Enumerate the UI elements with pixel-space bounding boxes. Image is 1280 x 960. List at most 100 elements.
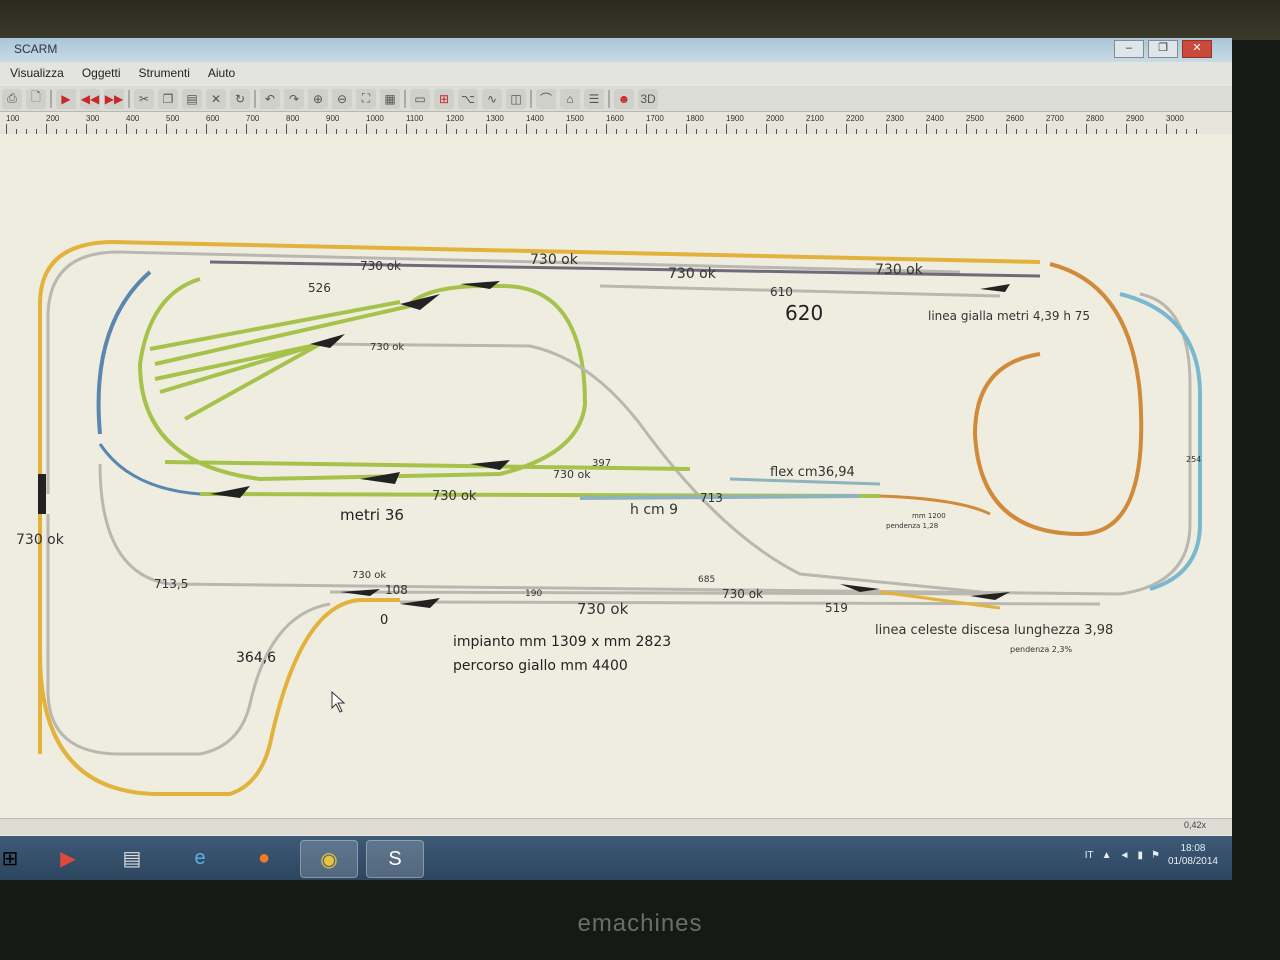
label-685: 685: [698, 575, 715, 585]
ruler-label: 1700: [646, 114, 664, 123]
yard-sidings: [149, 300, 411, 421]
menu-strumenti[interactable]: Strumenti: [139, 62, 190, 84]
mouse-cursor-icon: [331, 690, 346, 713]
ruler-tick: [606, 124, 607, 134]
label-730-h: 730 ok: [722, 587, 763, 601]
label-730-d: 730 ok: [370, 342, 404, 353]
paste-icon[interactable]: ▤: [182, 88, 202, 109]
ruler-label: 900: [326, 114, 340, 123]
toolbar: ⎙ 🗋 ▶ ◀◀ ▶▶ ✂ ❐ ▤ ✕ ↻ ↶ ↷ ⊕ ⊖ ⛶ ▦ ▭ ⊞ ⌥ …: [0, 86, 1232, 112]
print-icon[interactable]: ⎙: [2, 88, 22, 109]
ruler-label: 2500: [966, 114, 984, 123]
ruler-label: 2600: [1006, 114, 1024, 123]
label-713-5: 713,5: [154, 577, 188, 591]
rotate-icon[interactable]: ↻: [230, 88, 250, 109]
ruler-tick: [46, 124, 47, 134]
start-button[interactable]: ⊞: [0, 840, 20, 876]
toolbar-separator: [50, 89, 52, 108]
undo-icon[interactable]: ↶: [260, 88, 280, 109]
building-icon[interactable]: ⌂: [560, 88, 580, 109]
system-tray: IT ▲ ◄ ▮ ⚑ 18:08 01/08/2014: [1085, 842, 1218, 868]
switch-tool-icon[interactable]: ⌥: [458, 88, 478, 109]
ruler-tick: [966, 124, 967, 134]
label-526: 526: [308, 281, 331, 295]
window-title: SCARM: [14, 42, 58, 56]
zoom-out-icon[interactable]: ⊖: [332, 88, 352, 109]
delete-icon[interactable]: ✕: [206, 88, 226, 109]
label-254: 254: [1186, 455, 1201, 464]
orange-track-loop: [972, 262, 1144, 537]
label-h-cm9: h cm 9: [630, 502, 678, 518]
label-610: 610: [770, 285, 793, 299]
minimize-button[interactable]: –: [1114, 40, 1144, 58]
zoom-fit-icon[interactable]: ⛶: [356, 88, 376, 109]
label-713: 713: [700, 491, 723, 505]
documents-icon[interactable]: ▤: [104, 840, 160, 876]
ruler-label: 2000: [766, 114, 784, 123]
scarm-taskbar-icon[interactable]: S: [366, 840, 424, 878]
menu-aiuto[interactable]: Aiuto: [208, 62, 235, 84]
layer-icon[interactable]: ▭: [410, 88, 430, 109]
tunnel-icon[interactable]: ⌒: [536, 88, 556, 109]
track-layout-canvas[interactable]: 730 ok 730 ok 730 ok 730 ok 526 610 620 …: [0, 134, 1232, 850]
zoom-in-icon[interactable]: ⊕: [308, 88, 328, 109]
blue-track-connector: [98, 443, 201, 496]
3d-view-icon[interactable]: 3D: [638, 88, 658, 109]
grid-icon[interactable]: ▦: [380, 88, 400, 109]
ruler-label: 1600: [606, 114, 624, 123]
grey-lower-main-2: [399, 600, 1101, 606]
cut-icon[interactable]: ✂: [134, 88, 154, 109]
internet-explorer-icon[interactable]: e: [172, 840, 228, 876]
windows-taskbar: ⊞ ▶ ▤ e ● ◉ S IT ▲ ◄ ▮ ⚑ 18:08 01/08/201…: [0, 836, 1232, 880]
ruler-label: 1800: [686, 114, 704, 123]
ruler-tick: [246, 124, 247, 134]
ruler-tick: [726, 124, 727, 134]
mark-tool-icon[interactable]: ◫: [506, 88, 526, 109]
flag-icon[interactable]: ⚑: [1151, 850, 1160, 861]
ruler-label: 2800: [1086, 114, 1104, 123]
media-player-icon[interactable]: ▶: [40, 840, 96, 876]
ruler-tick: [686, 124, 687, 134]
menu-oggetti[interactable]: Oggetti: [82, 62, 121, 84]
close-button[interactable]: ✕: [1182, 40, 1212, 58]
ruler-label: 600: [206, 114, 220, 123]
ruler-label: 1000: [366, 114, 384, 123]
preview-icon[interactable]: 🗋: [26, 88, 46, 109]
monitor-brand-logo: emachines: [577, 910, 703, 937]
copy-icon[interactable]: ❐: [158, 88, 178, 109]
ruler-label: 2200: [846, 114, 864, 123]
list-icon[interactable]: ☰: [584, 88, 604, 109]
zoom-level: 0,42x: [1183, 820, 1206, 830]
flex-tool-icon[interactable]: ∿: [482, 88, 502, 109]
label-730-f: 730 ok: [432, 489, 477, 504]
ruler-label: 100: [6, 114, 20, 123]
volume-icon[interactable]: ◄: [1120, 850, 1130, 861]
redo-icon[interactable]: ↷: [284, 88, 304, 109]
label-metri-36: metri 36: [340, 506, 404, 524]
forward-icon[interactable]: ▶▶: [104, 88, 124, 109]
label-519: 519: [825, 601, 848, 615]
green-siding-397: [164, 460, 691, 471]
chrome-icon[interactable]: ◉: [300, 840, 358, 878]
network-icon[interactable]: ▮: [1137, 850, 1143, 861]
tray-arrow-icon[interactable]: ▲: [1102, 850, 1112, 861]
firefox-icon[interactable]: ●: [236, 840, 292, 876]
track-tool-icon[interactable]: ⊞: [434, 88, 454, 109]
clock[interactable]: 18:08 01/08/2014: [1168, 842, 1218, 868]
maximize-button[interactable]: ❐: [1148, 40, 1178, 58]
ruler-tick: [1126, 124, 1127, 134]
label-percorso: percorso giallo mm 4400: [453, 658, 628, 674]
language-indicator[interactable]: IT: [1085, 850, 1094, 861]
grey-track-610: [599, 284, 1001, 298]
label-impianto: impianto mm 1309 x mm 2823: [453, 634, 671, 650]
grey-track-b: [46, 514, 331, 756]
user-icon[interactable]: ☻: [614, 88, 634, 109]
ruler-tick: [486, 124, 487, 134]
ruler-tick: [286, 124, 287, 134]
ruler-tick: [566, 124, 567, 134]
play-icon[interactable]: ▶: [56, 88, 76, 109]
rewind-icon[interactable]: ◀◀: [80, 88, 100, 109]
ruler-label: 1200: [446, 114, 464, 123]
menu-visualizza[interactable]: Visualizza: [10, 62, 64, 84]
label-397: 397: [592, 458, 611, 469]
